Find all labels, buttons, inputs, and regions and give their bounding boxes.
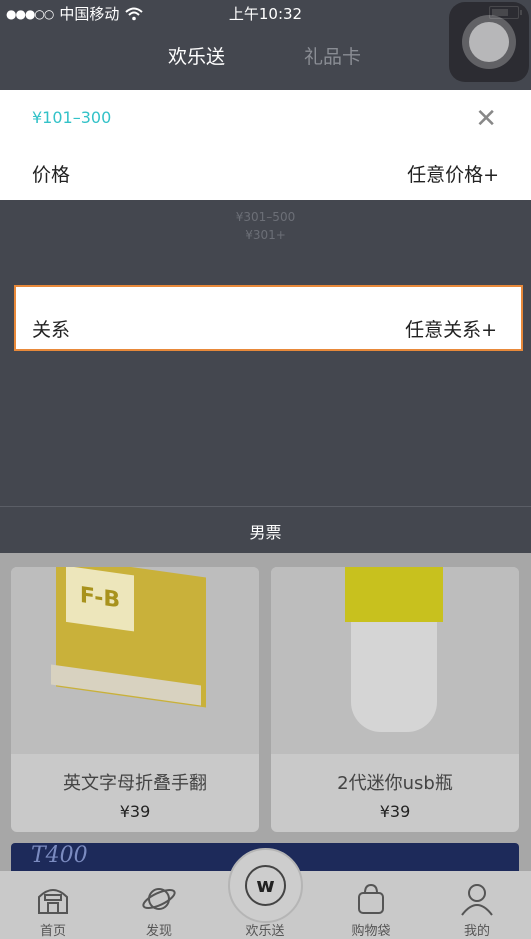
tab-label: 发现 <box>145 924 172 939</box>
background-option: ¥301+ <box>245 228 286 242</box>
product-image: F-B <box>11 567 259 754</box>
planet-icon <box>142 888 176 910</box>
relation-any-button[interactable]: 任意关系+ <box>405 315 497 342</box>
tab-huanlesong[interactable]: 欢乐送 <box>168 42 225 69</box>
product-card[interactable]: F-B 英文字母折叠手翻 ¥39 <box>11 567 259 832</box>
tab-discover[interactable]: 发现 <box>119 871 199 939</box>
book-cover-text: F-B <box>66 567 134 632</box>
close-icon[interactable]: ✕ <box>475 104 497 134</box>
selected-price-range: ¥101–300 <box>32 108 112 127</box>
price-label: 价格 <box>32 164 71 186</box>
background-option: ¥301–500 <box>235 210 296 224</box>
tab-label: 我的 <box>463 924 490 939</box>
price-filter-panel: ¥101–300 ✕ 价格 任意价格+ <box>0 90 531 200</box>
relation-label: 关系 <box>32 319 71 341</box>
product-title: 英文字母折叠手翻 <box>63 773 207 794</box>
tab-shopping-bag[interactable]: 购物袋 <box>331 871 411 939</box>
product-price: ¥39 <box>119 802 151 821</box>
product-title: 2代迷你usb瓶 <box>337 773 453 794</box>
home-icon <box>38 889 68 914</box>
tab-label: 购物袋 <box>351 924 391 939</box>
gender-option-male[interactable]: 男票 <box>0 507 531 553</box>
product-card[interactable]: 2代迷你usb瓶 ¥39 <box>271 567 519 832</box>
bag-icon <box>358 883 384 914</box>
w-logo-icon: w <box>245 865 286 906</box>
tab-label: 首页 <box>39 924 66 939</box>
relation-filter-panel[interactable]: 关系 任意关系+ <box>14 285 523 351</box>
product-image <box>271 567 519 754</box>
tab-gift-card[interactable]: 礼品卡 <box>304 42 361 69</box>
tab-home[interactable]: 首页 <box>13 871 93 939</box>
user-icon <box>461 884 493 916</box>
background-options: ¥301–500 ¥301+ <box>0 208 531 244</box>
price-any-button[interactable]: 任意价格+ <box>407 160 499 187</box>
assistive-touch-button[interactable] <box>449 2 529 82</box>
center-action-button[interactable]: w <box>228 848 303 923</box>
product-price: ¥39 <box>379 802 411 821</box>
product-grid: F-B 英文字母折叠手翻 ¥39 2代迷你usb瓶 ¥39 T400 <box>0 553 531 883</box>
tab-mine[interactable]: 我的 <box>437 871 517 939</box>
